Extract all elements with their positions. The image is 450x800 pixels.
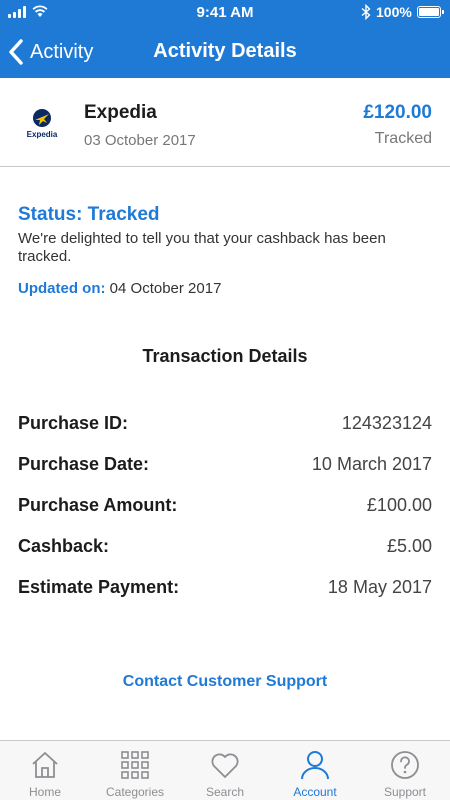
transaction-row-estimate-payment: Estimate Payment: 18 May 2017 bbox=[18, 567, 432, 608]
row-value: 124323124 bbox=[341, 413, 432, 433]
tab-account[interactable]: Account bbox=[270, 741, 360, 800]
svg-text:Expedia: Expedia bbox=[27, 130, 58, 139]
row-value: 10 March 2017 bbox=[311, 454, 432, 474]
transaction-row-purchase-amount: Purchase Amount: £100.00 bbox=[18, 485, 432, 526]
row-label: Cashback: bbox=[18, 536, 110, 556]
merchant-amount: £120.00 bbox=[363, 102, 432, 123]
transaction-list: Purchase ID: 124323124 Purchase Date: 10… bbox=[18, 403, 432, 608]
expedia-logo: Expedia bbox=[27, 109, 58, 139]
tab-label: Support bbox=[383, 785, 427, 799]
chevron-left-icon bbox=[9, 39, 23, 65]
row-label: Purchase Date: bbox=[18, 454, 150, 474]
battery-percent: 100% bbox=[376, 4, 412, 20]
tab-label: Search bbox=[205, 785, 245, 799]
status-bar: 9:41 AM 100% bbox=[0, 0, 450, 26]
tab-categories[interactable]: Categories bbox=[90, 741, 180, 800]
transaction-row-purchase-id: Purchase ID: 124323124 bbox=[18, 403, 432, 444]
row-value: £5.00 bbox=[386, 536, 432, 556]
contact-support-link[interactable]: Contact Customer Support bbox=[0, 673, 450, 691]
transaction-row-purchase-date: Purchase Date: 10 March 2017 bbox=[18, 444, 432, 485]
bluetooth-icon bbox=[361, 4, 371, 20]
merchant-summary: Expedia Expedia 03 October 2017 £120.00 … bbox=[0, 78, 450, 167]
updated-label: Updated on: bbox=[18, 280, 106, 297]
tab-bar: Home Categories Search Account Support bbox=[0, 740, 450, 800]
row-label: Estimate Payment: bbox=[18, 577, 180, 597]
back-button[interactable]: Activity bbox=[8, 36, 93, 68]
tab-home[interactable]: Home bbox=[0, 741, 90, 800]
header: 9:41 AM 100% Activity Activity Details bbox=[0, 0, 450, 78]
grid-icon bbox=[121, 751, 149, 779]
merchant-name: Expedia bbox=[84, 102, 157, 123]
tab-support[interactable]: Support bbox=[360, 741, 450, 800]
heart-icon bbox=[211, 753, 239, 778]
updated-date: 04 October 2017 bbox=[109, 280, 222, 297]
back-label: Activity bbox=[30, 40, 94, 63]
home-icon bbox=[32, 752, 58, 778]
transaction-row-cashback: Cashback: £5.00 bbox=[18, 526, 432, 567]
updated-info: Updated on: 04 October 2017 bbox=[18, 280, 221, 297]
status-title: Status: Tracked bbox=[18, 204, 160, 225]
row-value: £100.00 bbox=[366, 495, 432, 515]
tab-search[interactable]: Search bbox=[180, 741, 270, 800]
help-icon bbox=[391, 751, 419, 779]
tab-label: Home bbox=[28, 785, 61, 799]
user-icon bbox=[301, 751, 329, 780]
status-message: We're delighted to tell you that your ca… bbox=[18, 230, 386, 265]
battery-icon bbox=[417, 6, 444, 18]
row-label: Purchase ID: bbox=[18, 413, 129, 433]
merchant-date: 03 October 2017 bbox=[84, 132, 196, 149]
tab-label: Categories bbox=[105, 785, 165, 799]
tab-label: Account bbox=[293, 785, 337, 799]
row-value: 18 May 2017 bbox=[327, 577, 432, 597]
transaction-heading: Transaction Details bbox=[142, 346, 308, 366]
row-label: Purchase Amount: bbox=[18, 495, 178, 515]
merchant-state: Tracked bbox=[374, 130, 432, 147]
